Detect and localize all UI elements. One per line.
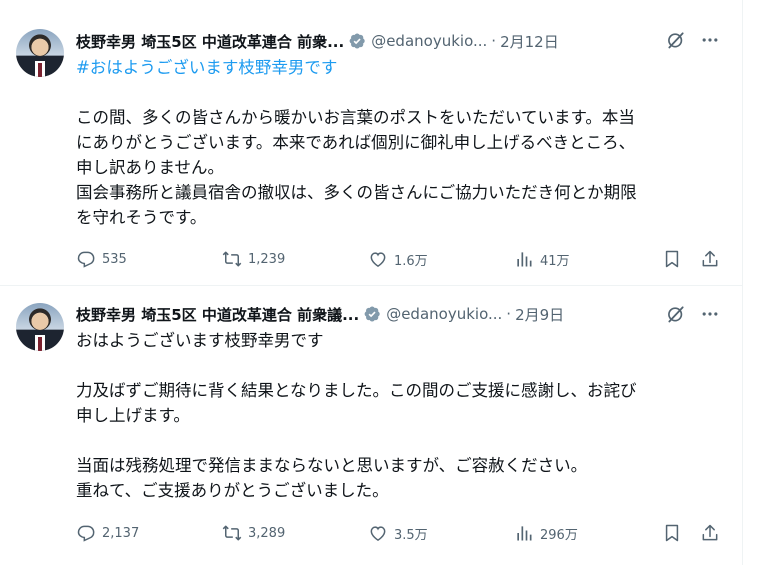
text-line: 国会事務所と議員宿舎の撤収は、多くの皆さんにご協力いただき何とか期限 — [76, 183, 637, 202]
tweet-actions: 2,137 3,289 3.5万 296万 — [76, 521, 726, 545]
views-icon — [514, 523, 540, 543]
like-button[interactable]: 3.5万 — [368, 521, 428, 545]
tweet[interactable]: 枝野幸男 埼玉5区 中道改革連合 前衆議... @edanoyukio... ·… — [0, 286, 742, 565]
grok-icon[interactable] — [666, 304, 686, 324]
bookmark-icon[interactable] — [662, 249, 682, 269]
grok-icon[interactable] — [666, 30, 686, 50]
views-button[interactable]: 41万 — [514, 247, 570, 271]
tweet-date[interactable]: 2月12日 — [500, 31, 559, 52]
views-button[interactable]: 296万 — [514, 521, 578, 545]
share-icon[interactable] — [700, 523, 720, 543]
text-line: 力及ばずご期待に背く結果となりました。この間のご支援に感謝し、お詫び — [76, 381, 637, 400]
text-line: にありがとうございます。本来であれば個別に御礼申し上げるべきところ、 — [76, 133, 636, 152]
more-icon[interactable] — [700, 30, 720, 50]
verified-badge-icon[interactable] — [363, 305, 381, 323]
avatar[interactable] — [16, 29, 64, 77]
reply-count: 2,137 — [102, 525, 140, 541]
tweet-header: 枝野幸男 埼玉5区 中道改革連合 前衆... @edanoyukio... · … — [76, 30, 559, 52]
separator: · — [491, 32, 497, 50]
tweet-text: #おはようございます枝野幸男です この間、多くの皆さんから暖かいお言葉のポストを… — [76, 55, 726, 230]
author-handle[interactable]: @edanoyukio... — [386, 305, 502, 323]
text-line: この間、多くの皆さんから暖かいお言葉のポストをいただいています。本当 — [76, 108, 635, 127]
views-count: 41万 — [540, 253, 570, 269]
text-line — [76, 353, 726, 378]
retweet-icon — [222, 249, 248, 269]
author-handle[interactable]: @edanoyukio... — [371, 32, 487, 50]
text-line: 申し上げます。 — [76, 406, 190, 425]
bookmark-icon[interactable] — [662, 523, 682, 543]
hashtag-link[interactable]: #おはようございます枝野幸男です — [76, 55, 726, 80]
tweet-header: 枝野幸男 埼玉5区 中道改革連合 前衆議... @edanoyukio... ·… — [76, 303, 564, 325]
author-name[interactable]: 枝野幸男 埼玉5区 中道改革連合 前衆議... — [76, 304, 359, 325]
retweet-count: 1,239 — [248, 251, 286, 267]
verified-badge-icon[interactable] — [348, 32, 366, 50]
share-icon[interactable] — [700, 249, 720, 269]
tweet-text: おはようございます枝野幸男です 力及ばずご期待に背く結果となりました。この間のご… — [76, 328, 726, 503]
text-line: おはようございます枝野幸男です — [76, 331, 324, 350]
tweet-date[interactable]: 2月9日 — [515, 304, 564, 325]
reply-count: 535 — [102, 251, 127, 267]
author-name[interactable]: 枝野幸男 埼玉5区 中道改革連合 前衆... — [76, 31, 344, 52]
avatar[interactable] — [16, 303, 64, 351]
text-line: 申し訳ありません。 — [76, 158, 225, 177]
reply-icon — [76, 249, 102, 269]
heart-icon — [368, 249, 394, 269]
text-line — [76, 80, 726, 105]
tweet[interactable]: 枝野幸男 埼玉5区 中道改革連合 前衆... @edanoyukio... · … — [0, 0, 742, 285]
like-button[interactable]: 1.6万 — [368, 247, 428, 271]
tweet-actions: 535 1,239 1.6万 41万 — [76, 247, 726, 271]
separator: · — [506, 305, 512, 323]
like-count: 3.5万 — [394, 527, 428, 543]
retweet-button[interactable]: 1,239 — [222, 247, 285, 271]
views-icon — [514, 249, 540, 269]
more-icon[interactable] — [700, 304, 720, 324]
heart-icon — [368, 523, 394, 543]
retweet-count: 3,289 — [248, 525, 286, 541]
views-count: 296万 — [540, 527, 578, 543]
reply-icon — [76, 523, 102, 543]
retweet-button[interactable]: 3,289 — [222, 521, 285, 545]
text-line: を守れそうです。 — [76, 208, 207, 227]
reply-button[interactable]: 535 — [76, 247, 127, 271]
timeline: 枝野幸男 埼玉5区 中道改革連合 前衆... @edanoyukio... · … — [0, 0, 743, 565]
reply-button[interactable]: 2,137 — [76, 521, 139, 545]
text-line — [76, 428, 726, 453]
text-line: 重ねて、ご支援ありがとうございました。 — [76, 481, 389, 500]
retweet-icon — [222, 523, 248, 543]
text-line: 当面は残務処理で発信ままならないと思いますが、ご容赦ください。 — [76, 456, 588, 475]
like-count: 1.6万 — [394, 253, 428, 269]
